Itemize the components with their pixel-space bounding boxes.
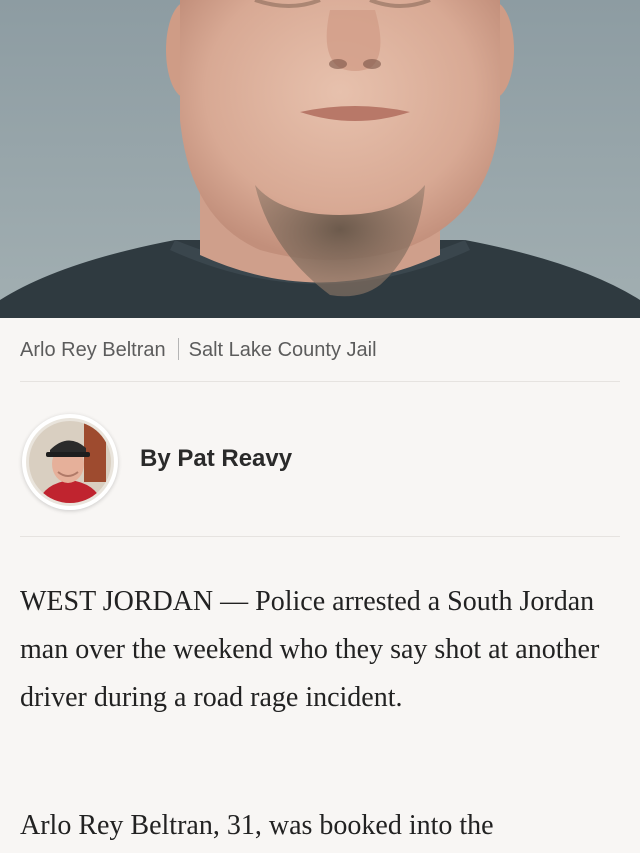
mugshot-illustration [0,0,640,318]
author-avatar-image [26,418,114,506]
article-paragraph-1: WEST JORDAN — Police arrested a South Jo… [20,586,600,713]
caption-credit: Salt Lake County Jail [188,339,377,361]
caption-divider [177,338,179,360]
author-avatar[interactable] [22,414,118,510]
byline-divider-rule [20,536,620,537]
mugshot-photo[interactable] [0,0,640,318]
article-paragraph-2: Arlo Rey Beltran, 31, was booked into th… [20,810,494,841]
caption-divider-rule [20,381,620,382]
article-page: Arlo Rey Beltran Salt Lake County Jail By… [0,0,640,853]
caption-subject: Arlo Rey Beltran [20,339,166,361]
author-byline[interactable]: By Pat Reavy [140,445,292,473]
photo-caption: Arlo Rey Beltran Salt Lake County Jail [20,338,377,362]
